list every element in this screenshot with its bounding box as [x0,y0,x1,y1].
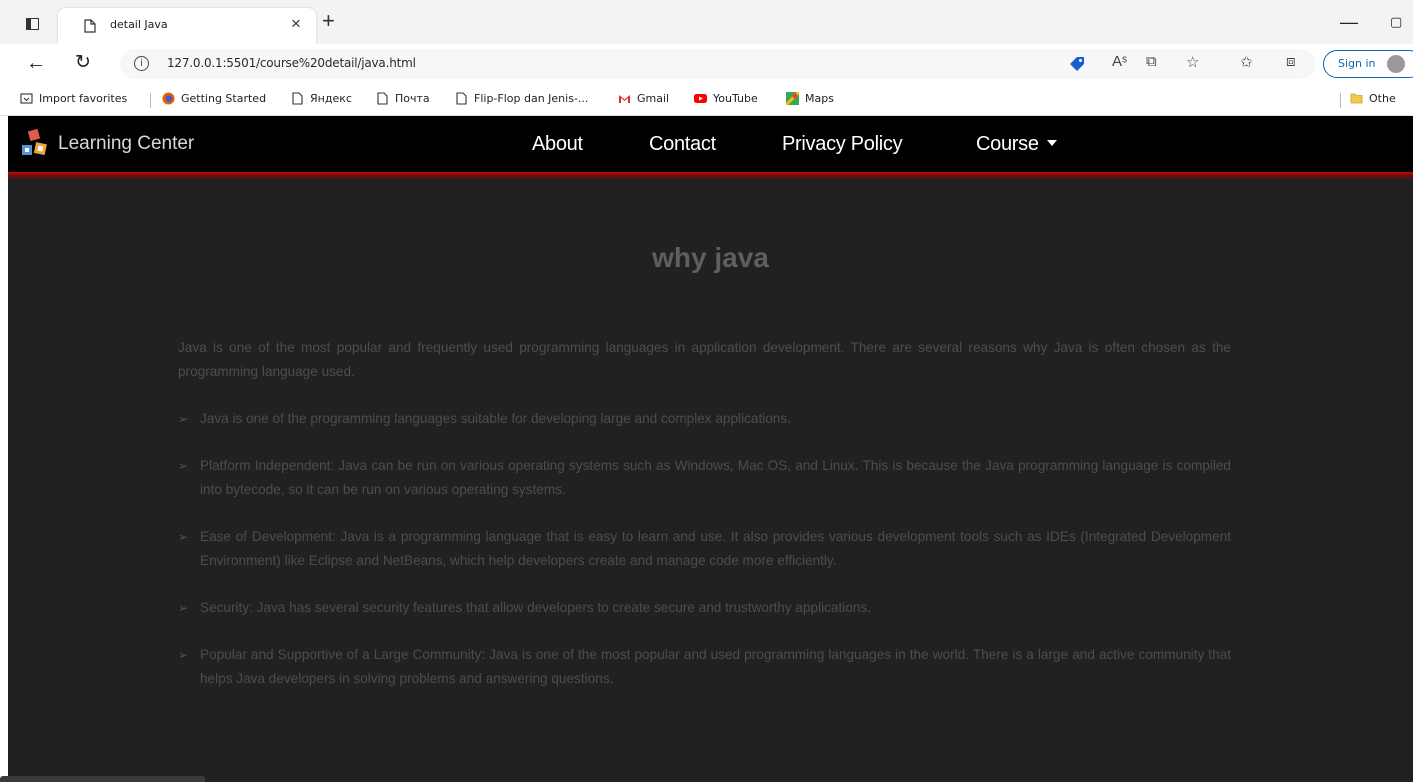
list-item-text: Popular and Supportive of a Large Commun… [200,647,1231,686]
minimize-window-icon[interactable]: — [1340,12,1358,33]
favorite-maps[interactable]: Maps [786,92,834,105]
favorite-pochta[interactable]: Почта [376,92,430,105]
nav-about[interactable]: About [532,133,583,156]
page-title: why java [652,242,769,273]
list-item: ➢ Security: Java has several security fe… [178,596,1231,620]
page-icon [84,19,96,33]
nav-contact[interactable]: Contact [649,133,716,156]
arrow-bullet-icon: ➢ [178,601,189,615]
list-item: ➢ Popular and Supportive of a Large Comm… [178,643,1231,691]
address-bar-row: ← ↻ i 127.0.0.1:5501/course%20detail/jav… [0,44,1413,84]
nav-privacy-policy[interactable]: Privacy Policy [782,133,903,156]
read-aloud-icon[interactable]: Aˢ [1112,53,1127,70]
other-favorites[interactable]: Othe [1350,92,1396,105]
reload-icon[interactable]: ↻ [75,51,91,74]
favorite-flip-flop[interactable]: Flip-Flop dan Jenis-... [455,92,588,105]
favorite-label: Flip-Flop dan Jenis-... [474,92,589,105]
arrow-bullet-icon: ➢ [178,648,189,662]
site-navbar: Learning Center About Contact Privacy Po… [8,116,1413,172]
url-text: 127.0.0.1:5501/course%20detail/java.html [167,56,416,70]
list-item-text: Ease of Development: Java is a programmi… [200,529,1231,568]
folder-icon [1350,93,1363,104]
page-viewport: Learning Center About Contact Privacy Po… [8,116,1413,782]
favorites-bar: Import favorites Getting Started Яндекс … [0,84,1413,116]
sign-in-label: Sign in [1338,57,1376,70]
collections-icon[interactable]: ⧈ [1286,53,1296,70]
other-favorites-label: Othe [1369,92,1396,105]
page-icon [377,92,388,105]
new-tab-icon[interactable]: + [322,10,335,32]
gmail-icon [619,95,630,103]
favorite-label: YouTube [713,92,758,105]
status-bar-remnant [0,776,205,782]
nav-course-dropdown[interactable]: Course [976,133,1057,156]
restore-window-icon[interactable]: ▢ [1390,14,1402,30]
youtube-icon [694,94,707,103]
list-item-text: Java is one of the programming languages… [200,411,791,426]
maps-icon [786,92,799,105]
arrow-bullet-icon: ➢ [178,530,189,544]
brand-logo-icon [22,129,47,156]
list-item: ➢ Platform Independent: Java can be run … [178,454,1231,502]
browser-tab[interactable]: detail Java × [58,8,316,44]
favorite-youtube[interactable]: YouTube [694,92,758,105]
article-body: Java is one of the most popular and freq… [178,336,1231,714]
favorite-import[interactable]: Import favorites [20,92,127,105]
caret-down-icon [1046,140,1057,146]
url-field[interactable]: i 127.0.0.1:5501/course%20detail/java.ht… [120,49,1316,79]
add-favorite-icon[interactable]: ☆ [1186,53,1199,71]
arrow-bullet-icon: ➢ [178,412,189,426]
site-info-icon[interactable]: i [134,56,149,71]
back-arrow-icon[interactable]: ← [26,52,46,75]
brand[interactable]: Learning Center [20,129,194,159]
close-tab-icon[interactable]: × [291,14,301,34]
favorites-icon[interactable]: ✩ [1240,53,1253,71]
navbar-accent-bar [8,172,1413,180]
list-item: ➢ Ease of Development: Java is a program… [178,525,1231,573]
favorite-gmail[interactable]: Gmail [618,92,669,105]
page-icon [292,92,303,105]
price-tag-icon[interactable] [1068,56,1086,72]
tab-actions-icon [25,18,39,30]
favorite-label: Почта [395,92,430,105]
favorites-divider [150,93,151,108]
favorite-getting-started[interactable]: Getting Started [162,92,266,105]
favorite-label: Gmail [637,92,670,105]
page-icon [456,92,467,105]
nav-course-label: Course [976,133,1039,155]
list-item-text: Security: Java has several security feat… [200,600,871,615]
immersive-reader-icon[interactable]: ⧉ [1146,53,1157,70]
tab-actions-button[interactable] [22,14,42,34]
favorite-label: Яндекс [310,92,352,105]
brand-name: Learning Center [58,133,195,154]
browser-tabstrip: detail Java × + — ▢ [0,0,1413,44]
favorites-divider [1340,93,1341,108]
list-item: ➢ Java is one of the programming languag… [178,407,1231,431]
tab-title: detail Java [110,18,168,31]
favorite-yandex[interactable]: Яндекс [291,92,352,105]
sign-in-button[interactable]: Sign in [1323,50,1413,78]
favorite-label: Import favorites [39,92,128,105]
favorite-label: Maps [805,92,834,105]
list-item-text: Platform Independent: Java can be run on… [200,458,1231,497]
intro-paragraph: Java is one of the most popular and freq… [178,340,1231,379]
firefox-icon [162,92,175,105]
profile-avatar [1387,55,1405,73]
favorite-label: Getting Started [181,92,267,105]
arrow-bullet-icon: ➢ [178,459,189,473]
import-icon [20,93,33,104]
